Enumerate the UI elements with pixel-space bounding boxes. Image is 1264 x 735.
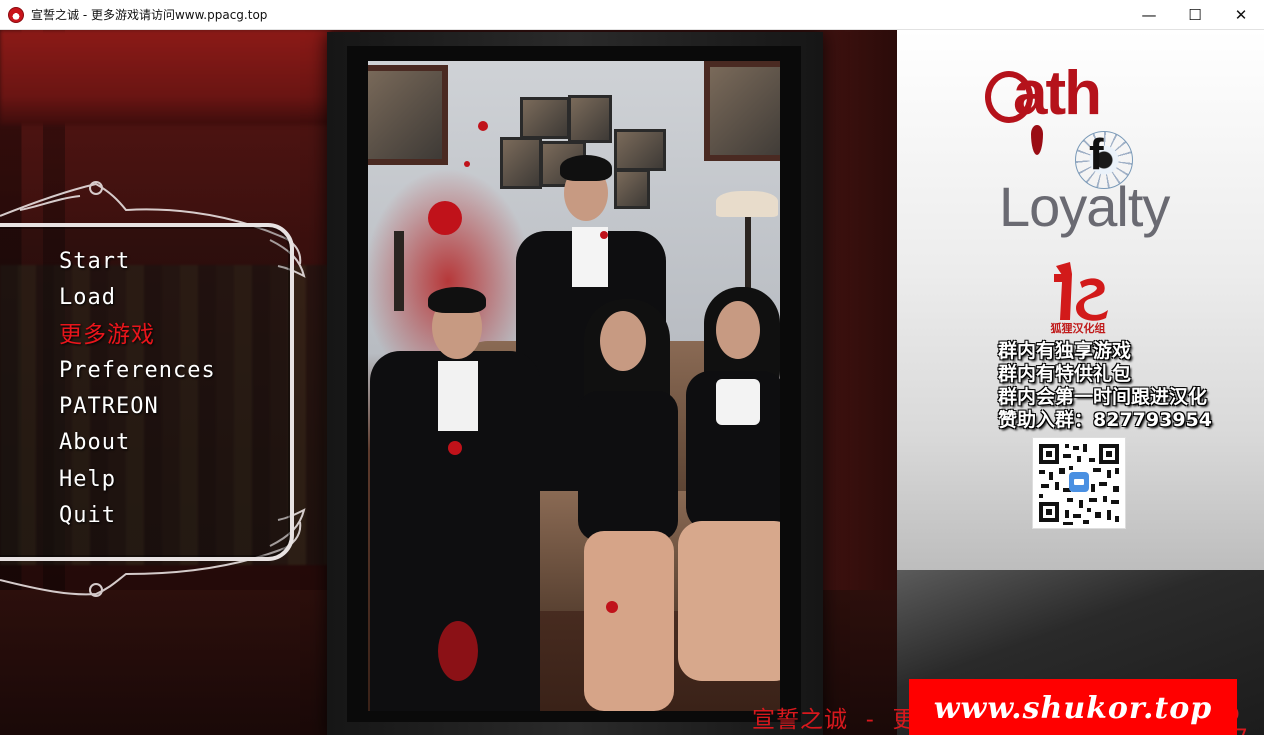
wall-picture [704, 61, 780, 161]
family-portrait [368, 61, 780, 711]
game-logo: ath f Loyalty [985, 55, 1215, 235]
close-icon: ✕ [1234, 5, 1248, 24]
blood-splatter [448, 441, 462, 455]
hair [560, 155, 612, 181]
minimize-icon: — [1141, 5, 1157, 24]
logo-blood-drop [1031, 125, 1043, 155]
menu-item-patreon[interactable]: PATREON [59, 389, 216, 425]
menu-item-about[interactable]: About [59, 425, 216, 461]
wall-picture [614, 129, 666, 171]
maximize-icon: ☐ [1188, 5, 1202, 24]
watermark-banner: www.shukor.top [909, 679, 1237, 735]
blood-splatter [478, 121, 488, 131]
maximize-button[interactable]: ☐ [1172, 0, 1218, 29]
photo-frame [327, 32, 823, 735]
menu-item-more-games[interactable]: 更多游戏 [59, 317, 216, 353]
close-button[interactable]: ✕ [1218, 0, 1264, 29]
qr-code [1033, 438, 1125, 528]
window-titlebar: 宣誓之诚 - 更多游戏请访问www.ppacg.top — ☐ ✕ [0, 0, 1264, 30]
lamp [716, 191, 778, 217]
ad-line: 赞助入群：827793954 [998, 409, 1212, 431]
app-icon [8, 6, 24, 23]
wall-picture [568, 95, 612, 143]
menu-item-quit[interactable]: Quit [59, 498, 216, 534]
ad-line: 群内会第一时间跟进汉化 [998, 386, 1208, 408]
blood-splatter [606, 601, 618, 613]
legs [678, 521, 780, 681]
blood-splatter [600, 231, 608, 239]
background-wood-panel [820, 30, 900, 590]
game-viewport: Start Load 更多游戏 Preferences PATREON Abou… [0, 30, 1264, 735]
blood-splatter [428, 201, 462, 235]
ad-line: 群内有特供礼包 [998, 363, 1132, 385]
blood-splatter [464, 161, 470, 167]
collar [716, 379, 760, 425]
ad-text: 群内有独享游戏 群内有特供礼包 群内会第一时间跟进汉化 赞助入群：8277939… [998, 340, 1212, 432]
translation-group-logo [1054, 262, 1108, 321]
window-controls: — ☐ ✕ [1126, 0, 1264, 29]
main-menu: Start Load 更多游戏 Preferences PATREON Abou… [59, 244, 216, 534]
wall-picture [614, 169, 650, 209]
menu-item-help[interactable]: Help [59, 462, 216, 498]
ad-line: 群内有独享游戏 [998, 340, 1132, 362]
menu-item-preferences[interactable]: Preferences [59, 353, 216, 389]
hair [428, 287, 486, 313]
photo-mat [347, 46, 801, 722]
wall-picture [500, 137, 542, 189]
watermark-text: www.shukor.top [933, 690, 1213, 726]
logo-oath-text: ath [1013, 59, 1102, 128]
window-title: 宣誓之诚 - 更多游戏请访问www.ppacg.top [31, 8, 268, 22]
shirt [438, 361, 478, 431]
footer-caption: 宣誓之诚 - 更 [752, 707, 917, 733]
background-red-book [0, 30, 330, 125]
logo-loyalty-text: Loyalty [999, 175, 1170, 238]
wall-picture [520, 97, 570, 139]
menu-item-start[interactable]: Start [59, 244, 216, 280]
legs [584, 531, 674, 711]
face [716, 301, 760, 359]
minimize-button[interactable]: — [1126, 0, 1172, 29]
wall-picture [368, 65, 448, 165]
face [600, 311, 646, 371]
translation-group-label: 狐狸汉化组 [1050, 322, 1106, 335]
lamp-pole [394, 231, 404, 311]
blood-splatter [438, 621, 478, 681]
woman-dress [578, 391, 678, 541]
logo-of-text: f [1089, 130, 1104, 179]
menu-item-load[interactable]: Load [59, 280, 216, 316]
